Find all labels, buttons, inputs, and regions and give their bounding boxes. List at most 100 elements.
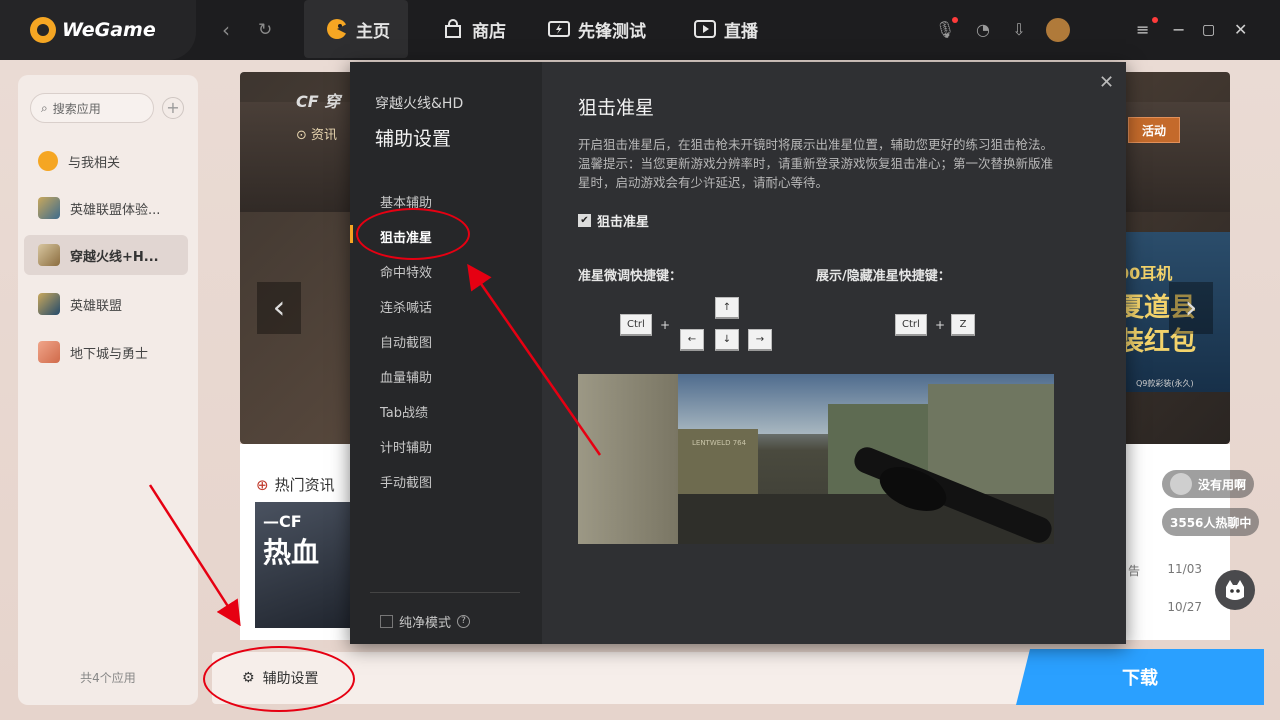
sidebar-item-label: 英雄联盟体验... bbox=[70, 202, 161, 218]
tab-store[interactable]: 商店 bbox=[442, 0, 506, 58]
nav-hit-effect[interactable]: 命中特效 bbox=[380, 262, 432, 281]
help-icon[interactable]: ? bbox=[457, 615, 471, 628]
feature-description: 开启狙击准星后，在狙击枪未开镜时将展示出准星位置，辅助您更好的练习狙击枪法。温馨… bbox=[578, 137, 1054, 190]
wegame-logo-icon bbox=[30, 17, 56, 43]
annotation-circle-sniper-nav bbox=[356, 208, 470, 260]
nav-auto-screenshot[interactable]: 自动截图 bbox=[380, 332, 432, 351]
key-ctrl: Ctrl bbox=[620, 314, 652, 336]
key-ctrl-toggle: Ctrl bbox=[895, 314, 927, 336]
brand-logo[interactable]: WeGame bbox=[0, 0, 196, 60]
preview-crate-label: LENTWELD 764 bbox=[692, 439, 747, 447]
tab-live[interactable]: 直播 bbox=[694, 0, 758, 58]
lol-pbe-icon bbox=[38, 197, 60, 219]
banner-prev-arrow[interactable]: ‹ bbox=[257, 282, 301, 334]
sniper-crosshair-toggle[interactable]: ✔ 狙击准星 bbox=[578, 211, 649, 230]
sidebar-item-dnf[interactable]: 地下城与勇士 bbox=[24, 332, 188, 372]
toggle-hotkey-label: 展示/隐藏准星快捷键： bbox=[816, 269, 951, 284]
refresh-icon[interactable]: ↻ bbox=[258, 18, 272, 42]
back-icon[interactable]: ‹ bbox=[222, 18, 230, 42]
nav-timer-assist[interactable]: 计时辅助 bbox=[380, 437, 432, 456]
sidebar-item-label: 与我相关 bbox=[68, 155, 121, 171]
crosshair-preview-image: LENTWELD 764 bbox=[578, 374, 1054, 544]
hot-news-title: 热门资讯 bbox=[274, 476, 335, 494]
nav-manual-screenshot[interactable]: 手动截图 bbox=[380, 472, 432, 491]
maximize-icon[interactable]: ▢ bbox=[1202, 19, 1215, 41]
chat-bubble-icon[interactable]: ◔ bbox=[972, 19, 994, 41]
user-avatar[interactable] bbox=[1046, 18, 1070, 42]
feature-title: 狙击准星 bbox=[578, 97, 655, 119]
news-row-date: 11/03 bbox=[1167, 562, 1202, 576]
tab-pioneer-test[interactable]: 先锋测试 bbox=[548, 0, 646, 58]
menu-icon[interactable]: ≡ bbox=[1136, 19, 1149, 41]
hot-news-heading: ⊕ 热门资讯 bbox=[256, 474, 335, 495]
tab-home[interactable]: 主页 bbox=[304, 0, 408, 58]
sidebar-item-lol-pbe[interactable]: 英雄联盟体验... bbox=[24, 188, 188, 228]
download-button[interactable]: 下载 bbox=[1016, 649, 1264, 705]
bot-face-icon bbox=[1226, 580, 1244, 600]
search-placeholder: 搜索应用 bbox=[52, 101, 101, 116]
nav-tab-stats[interactable]: Tab战绩 bbox=[380, 402, 428, 421]
pure-mode-checkbox[interactable] bbox=[380, 615, 393, 628]
key-down: ↓ bbox=[715, 329, 739, 351]
tab-pioneer-label: 先锋测试 bbox=[578, 21, 646, 42]
brand-name: WeGame bbox=[62, 19, 156, 41]
app-sidebar: ⌕ 搜索应用 + 与我相关 英雄联盟体验... 穿越火线+H... 英雄联盟 地… bbox=[18, 75, 198, 705]
banner-next-arrow[interactable]: › bbox=[1169, 282, 1213, 334]
tab-store-label: 商店 bbox=[472, 21, 506, 42]
wegame-logo-icon bbox=[38, 151, 58, 171]
sidebar-item-label: 英雄联盟 bbox=[70, 298, 123, 314]
crossfire-icon bbox=[38, 244, 60, 266]
add-app-button[interactable]: + bbox=[162, 97, 184, 119]
plus-sign: + bbox=[660, 318, 671, 332]
news-row-suffix[interactable]: 告 bbox=[1128, 562, 1140, 579]
hot-chat-text: 3556人热聊中 bbox=[1170, 515, 1252, 530]
key-up: ↑ bbox=[715, 297, 739, 319]
sidebar-item-label: 地下城与勇士 bbox=[70, 346, 149, 362]
banner-promo-caption: Q9款彩装(永久) bbox=[1136, 379, 1194, 388]
news-row-date: 10/27 bbox=[1167, 600, 1202, 614]
hot-news-icon: ⊕ bbox=[256, 475, 269, 494]
hot-chat-pill[interactable]: 3556人热聊中 bbox=[1162, 508, 1260, 536]
lol-icon bbox=[38, 293, 60, 315]
dialog-heading: 辅助设置 bbox=[375, 128, 452, 150]
tab-home-label: 主页 bbox=[356, 21, 390, 42]
sniper-crosshair-label: 狙击准星 bbox=[597, 215, 650, 230]
app-search-input[interactable]: ⌕ 搜索应用 bbox=[30, 93, 154, 123]
search-icon: ⌕ bbox=[41, 100, 48, 115]
download-manager-icon[interactable]: ⇩ bbox=[1008, 19, 1030, 41]
close-icon[interactable]: ✕ bbox=[1234, 19, 1247, 41]
notification-dot bbox=[952, 17, 958, 23]
key-right: → bbox=[748, 329, 772, 351]
close-icon[interactable]: ✕ bbox=[1099, 72, 1114, 93]
tab-live-label: 直播 bbox=[724, 21, 758, 42]
news-thumbnail[interactable]: —CF 热血 bbox=[255, 502, 355, 628]
adjust-hotkey-label: 准星微调快捷键： bbox=[578, 269, 683, 284]
settings-nav: 穿越火线&HD 辅助设置 基本辅助 狙击准星 命中特效 连杀喊话 自动截图 血量… bbox=[350, 62, 542, 644]
sniper-crosshair-checkbox[interactable]: ✔ bbox=[578, 214, 591, 227]
sidebar-item-related[interactable]: 与我相关 bbox=[24, 141, 188, 181]
chat-message-pill[interactable]: 没有用啊 bbox=[1162, 470, 1255, 498]
activity-tag[interactable]: 活动 bbox=[1128, 117, 1180, 143]
app-count: 共4个应用 bbox=[80, 671, 136, 685]
thumb-headline: 热血 bbox=[263, 536, 320, 569]
plus-sign: + bbox=[935, 318, 946, 332]
minimize-icon[interactable]: − bbox=[1172, 19, 1185, 41]
preview-container-wall bbox=[578, 374, 678, 544]
sidebar-item-lol[interactable]: 英雄联盟 bbox=[24, 284, 188, 324]
nav-health-assist[interactable]: 血量辅助 bbox=[380, 367, 432, 386]
assistant-bot-button[interactable] bbox=[1215, 570, 1255, 610]
pure-mode-toggle[interactable]: 纯净模式 ? bbox=[380, 612, 471, 631]
key-z: Z bbox=[951, 314, 975, 336]
aux-settings-dialog: 穿越火线&HD 辅助设置 基本辅助 狙击准星 命中特效 连杀喊话 自动截图 血量… bbox=[350, 62, 1126, 644]
sidebar-item-crossfire[interactable]: 穿越火线+H... bbox=[24, 235, 188, 275]
menu-notification-dot bbox=[1152, 17, 1158, 23]
avatar bbox=[1170, 473, 1192, 495]
banner-news-tab[interactable]: ⊙ 资讯 bbox=[296, 124, 337, 143]
annotation-circle-aux-button bbox=[203, 646, 355, 712]
nav-kill-shout[interactable]: 连杀喊话 bbox=[380, 297, 432, 316]
sidebar-item-label: 穿越火线+H... bbox=[70, 249, 159, 265]
active-nav-marker bbox=[350, 225, 353, 243]
nav-divider bbox=[370, 592, 520, 593]
home-mascot-icon bbox=[326, 18, 348, 40]
lightning-ticket-icon bbox=[548, 18, 570, 40]
